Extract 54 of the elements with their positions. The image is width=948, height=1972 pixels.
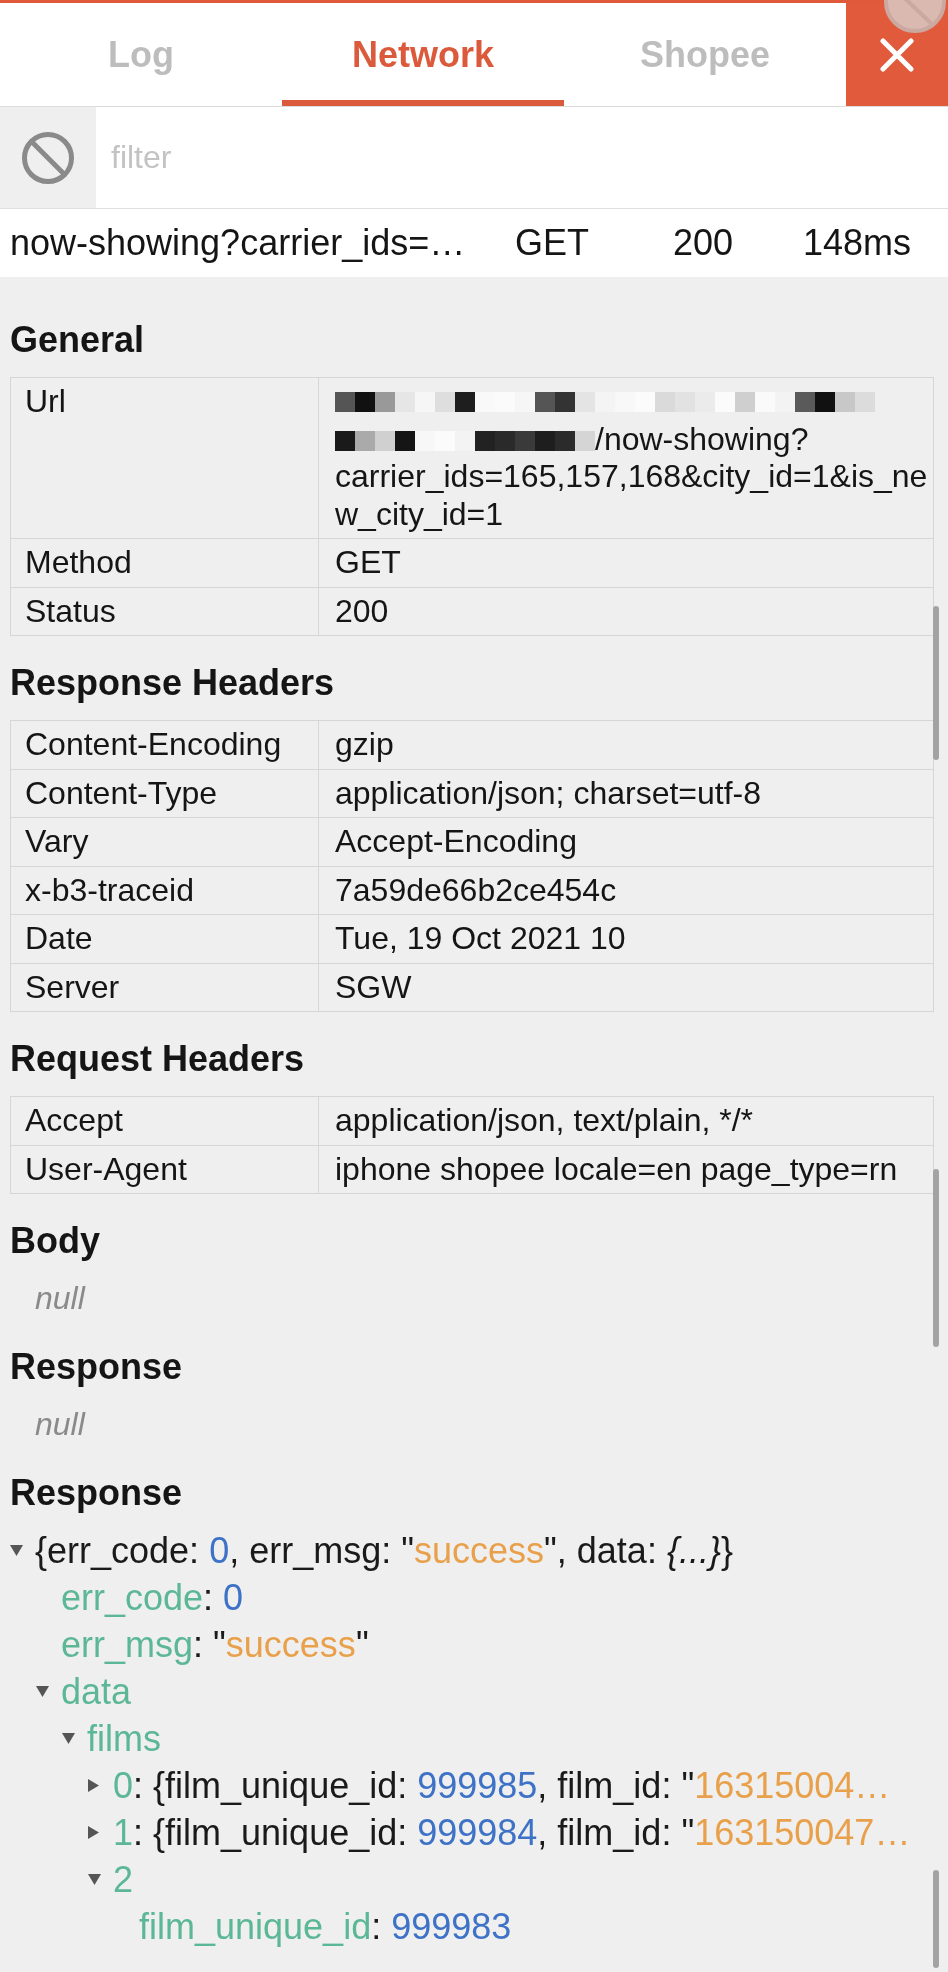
table-cell: application/json; charset=utf-8 (318, 769, 934, 818)
table-cell: 7a59de66b2ce454c (318, 866, 934, 915)
table-cell: Content-Type (10, 769, 319, 818)
request-time: 148ms (803, 222, 912, 264)
section-title: Response (9, 1345, 183, 1389)
table-cell: gzip (318, 720, 934, 769)
table-cell: Tue, 19 Oct 2021 10 (318, 914, 934, 963)
caret-right-icon[interactable] (88, 1779, 99, 1792)
table-cell: Url (10, 377, 319, 539)
table-cell: User-Agent (10, 1145, 319, 1194)
table-cell: Accept (10, 1096, 319, 1145)
section-title: Body (9, 1219, 100, 1263)
caret-down-icon[interactable] (36, 1686, 49, 1697)
table-cell: x-b3-traceid (10, 866, 319, 915)
request-row[interactable]: now-showing?carrier_ids=… GET 200 148ms (0, 209, 948, 277)
request-name: now-showing?carrier_ids=… (10, 222, 466, 264)
table-cell: 200 (318, 587, 934, 636)
prohibited-icon (22, 131, 74, 184)
filter-field[interactable]: filter (96, 107, 948, 208)
json-node[interactable]: data (61, 1670, 132, 1713)
json-node[interactable]: 1: {film_unique_id: 999984, film_id: "163150047… (113, 1811, 911, 1854)
caret-down-icon[interactable] (10, 1545, 23, 1556)
json-property: err_code: 0 (61, 1576, 244, 1619)
caret-down-icon[interactable] (62, 1733, 75, 1744)
null-value: null (34, 1405, 85, 1444)
table-cell: application/json, text/plain, */* (318, 1096, 934, 1145)
table-cell: GET (318, 538, 934, 587)
section-title: Request Headers (9, 1037, 305, 1081)
json-node[interactable]: 0: {film_unique_id: 999985, film_id: "16315004… (113, 1764, 891, 1807)
close-icon (880, 37, 914, 72)
section-title: Response Headers (9, 661, 335, 705)
caret-down-icon[interactable] (88, 1874, 101, 1885)
table-cell: Accept-Encoding (318, 817, 934, 866)
url-text: carrier_ids=165,157,168&city_id=1&is_new_city_id=1 (335, 458, 929, 533)
table-cell: Vary (10, 817, 319, 866)
request-method: GET (515, 222, 589, 264)
table-cell: Status (10, 587, 319, 636)
json-node[interactable]: films (87, 1717, 161, 1760)
table-cell: Date (10, 914, 319, 963)
request-status: 200 (673, 222, 734, 264)
caret-right-icon[interactable] (88, 1826, 99, 1839)
section-title: Response (9, 1471, 183, 1515)
table-cell: Content-Encoding (10, 720, 319, 769)
json-property: err_msg: "success" (61, 1623, 369, 1666)
table-cell: Server (10, 963, 319, 1012)
table-cell: SGW (318, 963, 934, 1012)
json-property: film_unique_id: 999983 (139, 1905, 512, 1948)
null-value: null (34, 1279, 85, 1318)
json-node[interactable]: 2 (113, 1858, 134, 1901)
table-cell: iphone shopee locale=en page_type=rn (318, 1145, 934, 1194)
section-title: General (9, 318, 145, 362)
json-node[interactable]: {err_code: 0, err_msg: "success", data: {...}} (35, 1529, 733, 1572)
table-cell: Method (10, 538, 319, 587)
url-text: /now-showing? (595, 420, 809, 457)
